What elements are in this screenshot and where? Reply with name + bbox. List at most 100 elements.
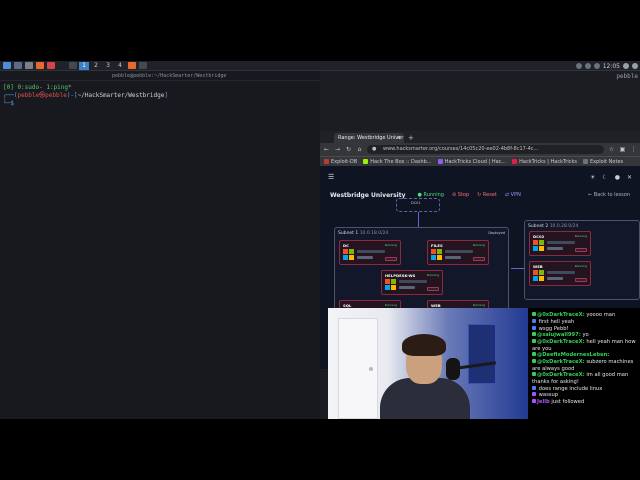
app-menu-icon[interactable] xyxy=(3,62,11,69)
range-controls: Westbridge University ● Running ⊘ Stop ↻… xyxy=(320,188,640,202)
browser-toolbar: ← → ↻ ⌂ ● www.hacksmarter.org/courses/14… xyxy=(320,143,640,156)
windows-icon xyxy=(343,249,354,260)
extensions-icon[interactable]: ▣ xyxy=(619,146,626,153)
menu-icon[interactable]: ⋮ xyxy=(630,146,637,153)
prompt-path: ~/HackSmarter/Westbridge xyxy=(77,92,165,99)
letterbox-bottom xyxy=(0,419,640,480)
firefox-icon[interactable] xyxy=(36,62,44,69)
bookmarks-bar: Exploit-DB Hack The Box :: Dashb... Hack… xyxy=(320,156,640,166)
windows-icon xyxy=(533,240,544,251)
reload-icon[interactable]: ↻ xyxy=(345,146,352,153)
range-title: Westbridge University xyxy=(330,191,406,199)
bookmark-hacktricks[interactable]: HackTricks | HackTricks xyxy=(512,158,577,165)
back-to-lesson-link[interactable]: ← Back to lesson xyxy=(588,192,630,198)
chat-message: @salujwall997: yo xyxy=(532,332,637,338)
battery-icon[interactable] xyxy=(593,63,600,69)
workspace-1[interactable]: 1 xyxy=(79,61,89,70)
letterbox-top xyxy=(0,0,640,61)
deployed-badge: Deployed xyxy=(488,231,505,235)
prompt-input[interactable]: └─$ xyxy=(3,100,17,107)
power-icon[interactable] xyxy=(632,63,638,69)
desktop-screen: 1 2 3 4 12:05 pebble@pebble:~/HackSmarte… xyxy=(0,61,640,419)
prompt-frame: ┌──( xyxy=(3,92,18,99)
bookmark-exploit-db[interactable]: Exploit-DB xyxy=(324,158,357,165)
reset-button[interactable]: ↻ Reset xyxy=(477,192,497,198)
dc01-node[interactable]: DC01 xyxy=(396,198,440,212)
connect-button[interactable] xyxy=(427,287,439,291)
connect-button[interactable] xyxy=(385,257,397,261)
machine-files[interactable]: FILES Running xyxy=(427,240,489,265)
webcam-feed xyxy=(328,308,528,419)
header-actions: ☀ ☾ ● ✕ xyxy=(590,174,632,181)
door xyxy=(338,318,378,419)
stream-chat: @0xDarkTraceX: yoooo man first hell yeah… xyxy=(528,308,640,419)
stop-button[interactable]: ⊘ Stop xyxy=(452,192,469,198)
machine-web-2[interactable]: WEB Running xyxy=(529,261,591,286)
connect-button[interactable] xyxy=(473,257,485,261)
terminal-window[interactable]: pebble@pebble:~/HackSmarter/Westbridge [… xyxy=(0,71,320,419)
forward-arrow-icon[interactable]: → xyxy=(334,146,341,153)
streamer-hair xyxy=(402,334,446,356)
connect-button[interactable] xyxy=(575,278,587,282)
burp-icon[interactable] xyxy=(47,62,55,69)
terminal-output[interactable]: [0] 0:sudo- 1:ping* ┌──(pebble㉿pebble)-[… xyxy=(0,81,320,111)
chat-message: does range include linux xyxy=(532,385,637,392)
second-terminal-label: pebble xyxy=(616,73,638,80)
chat-message: Jellb just followed xyxy=(532,399,637,405)
page-header: ☰ ☀ ☾ ● ✕ xyxy=(320,166,640,188)
bookmark-hacktricks-cloud[interactable]: HackTricks Cloud | Hac... xyxy=(437,158,506,165)
chat-message: @0xDarkTraceX: hell yeah man how are you xyxy=(532,339,636,352)
chat-message: @0xDarkTraceX: im all good man thanks fo… xyxy=(532,372,629,385)
theme-sun-icon[interactable]: ☀ xyxy=(590,174,595,181)
firefox-task-icon[interactable] xyxy=(128,62,136,69)
machine-dc[interactable]: DC Running xyxy=(339,240,401,265)
machine-dc02[interactable]: DC02 Running xyxy=(529,231,591,256)
clock[interactable]: 12:05 xyxy=(603,63,620,70)
subnet-1-label: Subnet 1 10.0.18.0/24 xyxy=(338,231,389,236)
system-tray: 12:05 xyxy=(575,61,638,71)
workspace-3[interactable]: 3 xyxy=(103,62,113,70)
terminal-launch-icon[interactable] xyxy=(25,62,33,69)
home-icon[interactable]: ⌂ xyxy=(356,146,363,153)
bookmark-htb[interactable]: Hack The Box :: Dashb... xyxy=(363,158,432,165)
streamer-body xyxy=(380,378,470,419)
chat-message: wsgg Pebb! xyxy=(532,325,637,332)
hamburger-menu-icon[interactable]: ☰ xyxy=(328,173,334,181)
subnet-link-line xyxy=(511,268,525,269)
notifications-icon[interactable] xyxy=(623,63,629,69)
windows-icon xyxy=(385,279,396,290)
network-icon[interactable] xyxy=(575,63,582,69)
address-bar[interactable]: ● www.hacksmarter.org/courses/14c05c20-e… xyxy=(367,145,604,154)
url-text: www.hacksmarter.org/courses/14c05c20-ee0… xyxy=(383,146,539,152)
vpn-button[interactable]: ⇄ VPN xyxy=(505,192,521,198)
volume-icon[interactable] xyxy=(584,63,591,69)
terminal-task-icon[interactable] xyxy=(139,62,147,69)
avatar-icon[interactable]: ● xyxy=(615,174,620,181)
tab-close-icon[interactable]: × xyxy=(397,133,401,143)
prompt-frame-mid: )-[ xyxy=(66,92,78,99)
workspace-4[interactable]: 4 xyxy=(115,62,125,70)
files-icon[interactable] xyxy=(14,62,22,69)
prompt-user: pebble㉿pebble xyxy=(17,92,67,99)
theme-moon-icon[interactable]: ☾ xyxy=(602,174,607,181)
browser-tab[interactable]: Range: Westbridge Univer × xyxy=(334,133,404,143)
window-list-icon[interactable] xyxy=(69,62,77,69)
bookmark-exploit-notes[interactable]: Exploit Notes xyxy=(583,158,623,165)
back-arrow-icon[interactable]: ← xyxy=(323,146,330,153)
taskbar: 1 2 3 4 12:05 xyxy=(0,61,640,71)
chat-message: first hell yeah xyxy=(532,318,637,325)
machine-helpdesk-ws[interactable]: HELPDESK-WS Running xyxy=(381,270,443,295)
new-tab-icon[interactable]: + xyxy=(408,133,414,143)
prompt-frame-end: ] xyxy=(164,92,168,99)
workspace-2[interactable]: 2 xyxy=(91,62,101,70)
bookmark-star-icon[interactable]: ☆ xyxy=(608,146,615,153)
connect-button[interactable] xyxy=(575,248,587,252)
subnet-2-label: Subnet 2 10.0.28.0/24 xyxy=(528,224,579,229)
windows-icon xyxy=(431,249,442,260)
chat-message: @0xDarkTraceX: subzero machines are alwa… xyxy=(532,359,634,372)
close-icon[interactable]: ✕ xyxy=(627,174,632,181)
browser-tabstrip: Range: Westbridge Univer × + xyxy=(320,131,640,143)
terminal-titlebar: pebble@pebble:~/HackSmarter/Westbridge xyxy=(0,71,320,81)
lock-icon: ● xyxy=(372,146,377,152)
windows-icon xyxy=(533,270,544,281)
